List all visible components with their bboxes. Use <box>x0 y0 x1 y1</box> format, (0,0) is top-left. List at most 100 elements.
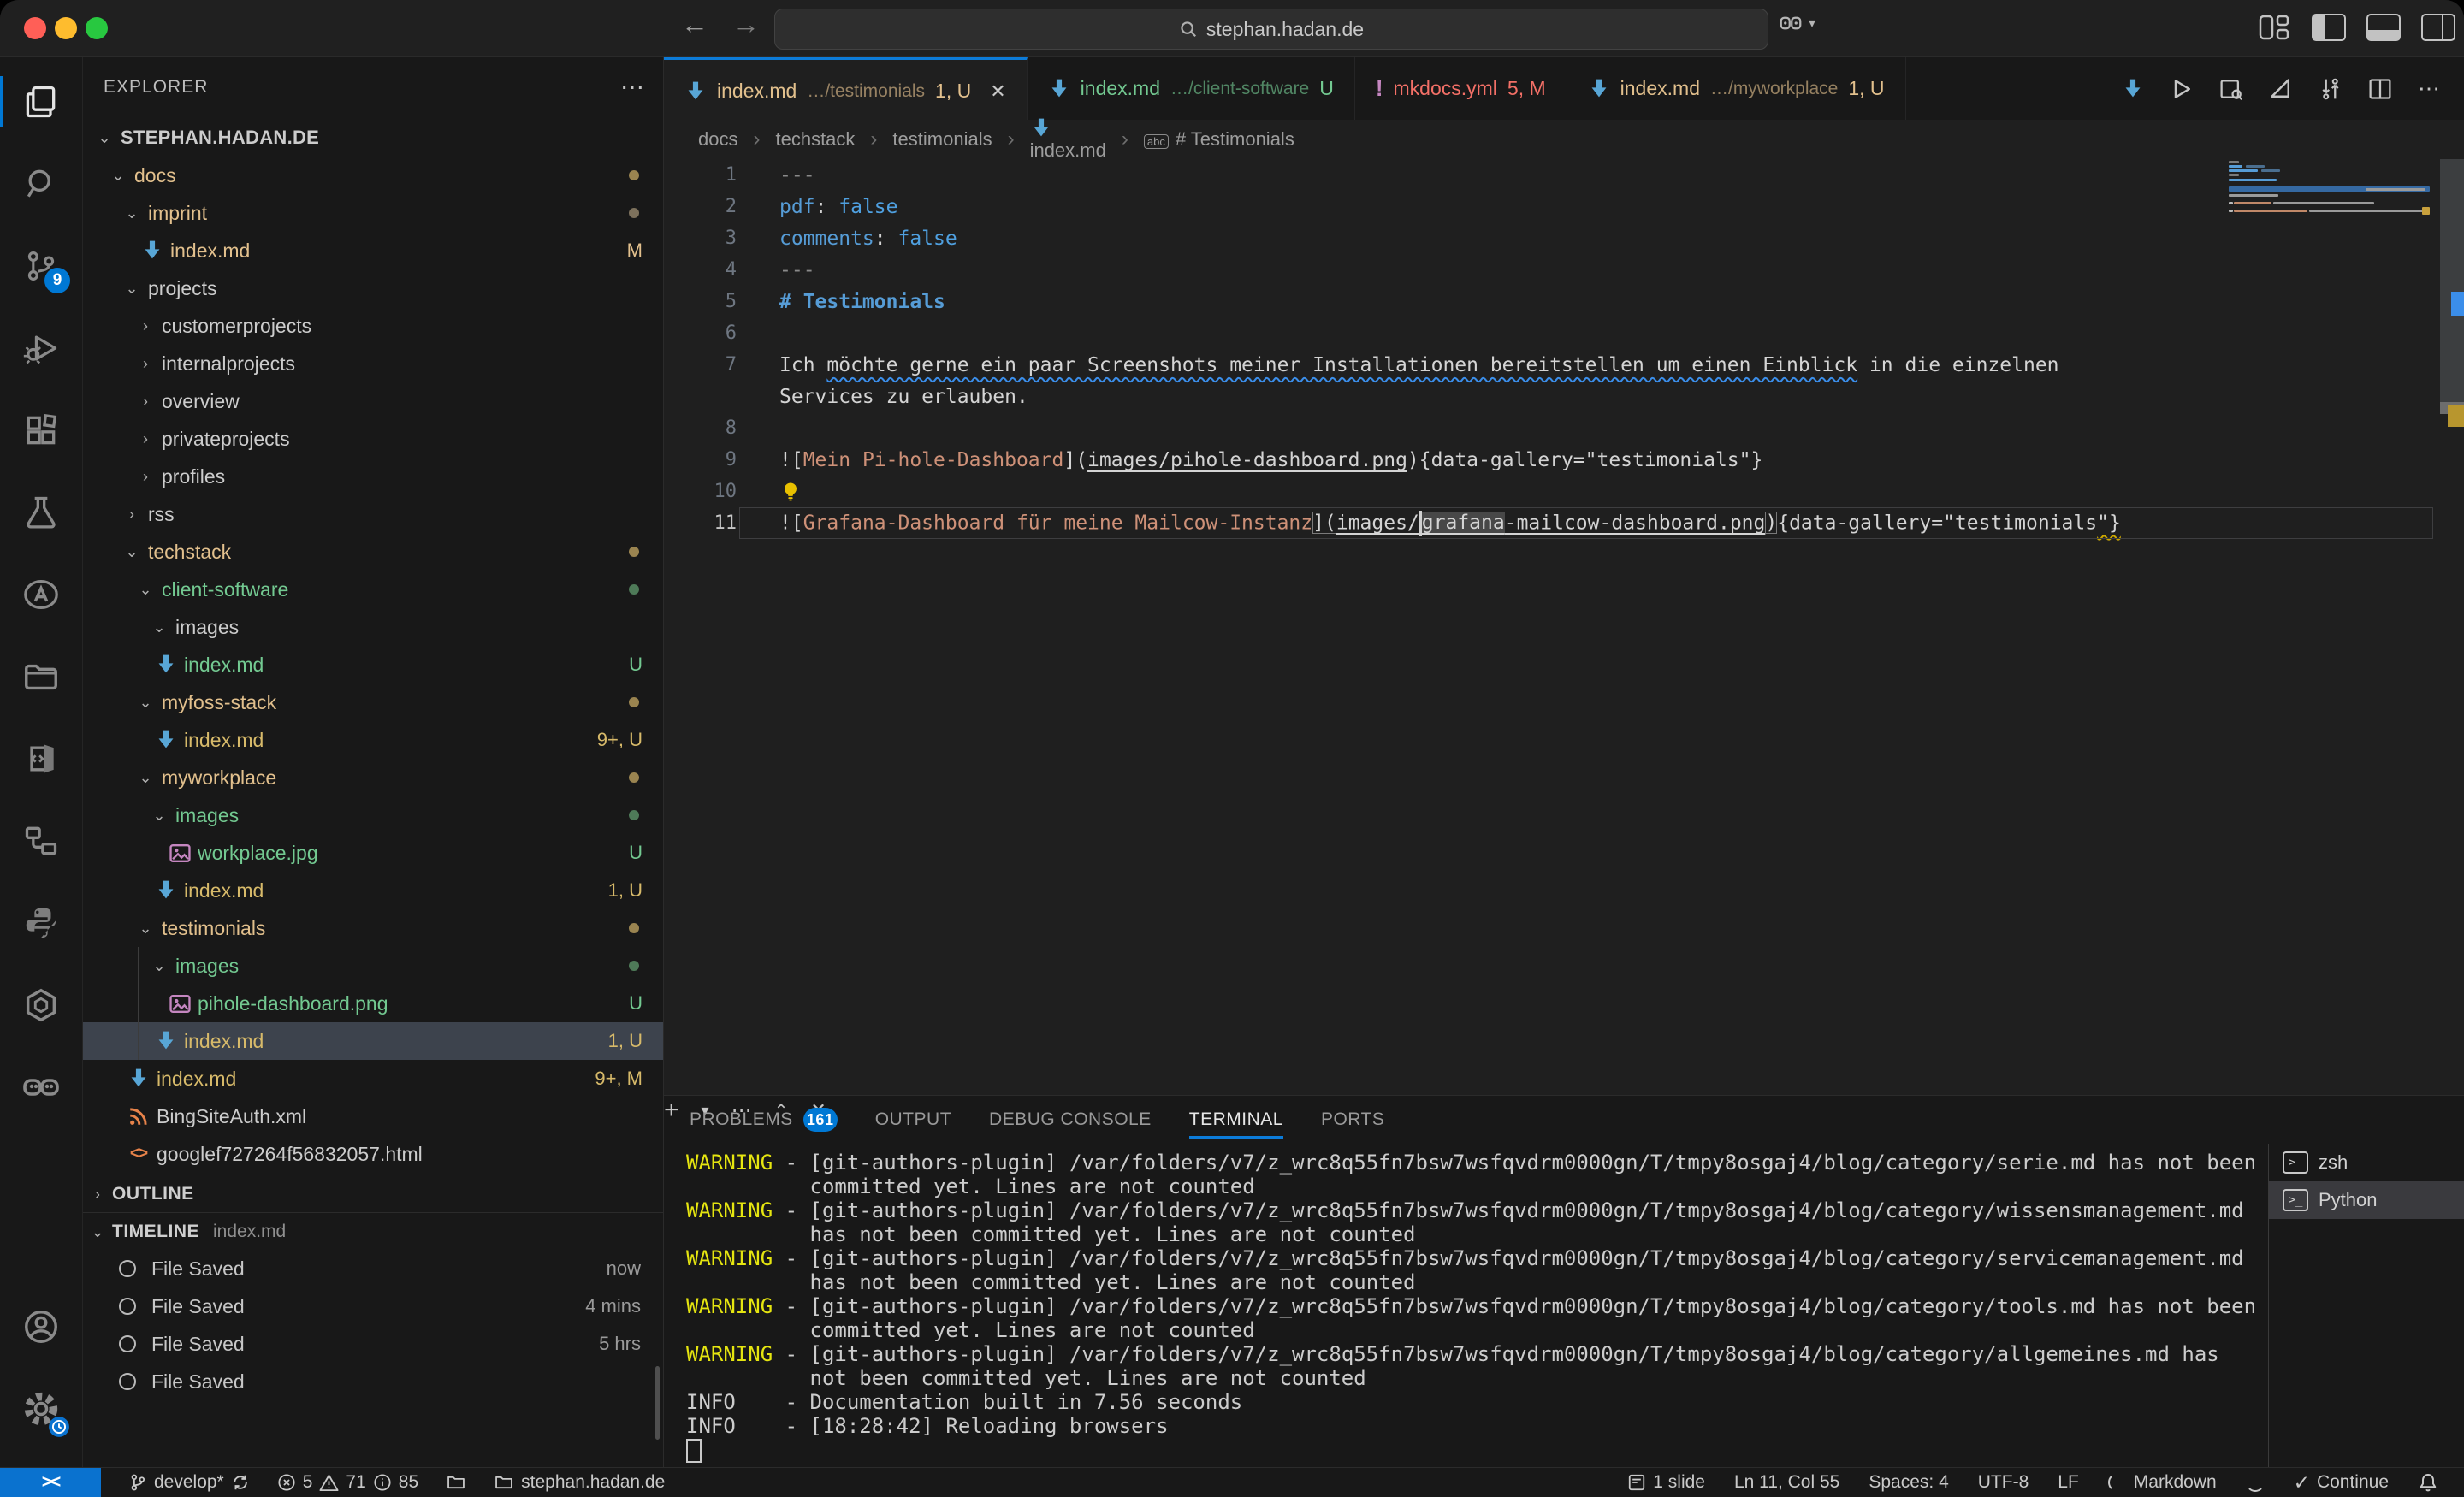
tree-item-index.md[interactable]: index.mdM <box>83 232 663 269</box>
tree-item-index.md[interactable]: index.mdU <box>83 646 663 683</box>
breadcrumb-item-2[interactable]: testimonials <box>892 128 992 151</box>
copilot-extension-icon[interactable] <box>0 1050 82 1125</box>
timeline-item[interactable]: File Saved5 hrs <box>83 1325 663 1363</box>
breadcrumb-item-4[interactable]: abc# Testimonials <box>1144 128 1294 151</box>
toggle-primary-sidebar-icon[interactable] <box>2312 14 2346 41</box>
minimize-window-button[interactable] <box>55 17 77 39</box>
copilot-menu[interactable]: ▾ <box>1778 10 1815 36</box>
tab-close-icon[interactable]: ✕ <box>990 80 1005 103</box>
source-control-icon[interactable]: 9 <box>0 228 82 304</box>
tree-item-projects[interactable]: ⌄projects <box>83 269 663 307</box>
language-mode-item[interactable]: Markdown <box>2108 1472 2217 1493</box>
tree-item-internalprojects[interactable]: ›internalprojects <box>83 345 663 382</box>
tree-item-index.md[interactable]: index.md9+, M <box>83 1060 663 1098</box>
timeline-item[interactable]: File Saved <box>83 1363 663 1400</box>
problems-item[interactable]: 5 71 85 <box>277 1472 418 1493</box>
git-branch-item[interactable]: develop* <box>128 1472 250 1493</box>
tree-item-index.md[interactable]: index.md1, U <box>83 1022 663 1060</box>
overview-ruler[interactable] <box>2440 159 2464 1095</box>
run-icon[interactable] <box>2170 77 2194 101</box>
code-line[interactable]: 2pdf: false <box>664 191 2464 222</box>
tree-item-googlef727264f56832057.html[interactable]: <>googlef727264f56832057.html <box>83 1135 663 1173</box>
code-line[interactable]: 9![Mein Pi-hole-Dashboard](images/pihole… <box>664 444 2464 476</box>
tree-item-overview[interactable]: ›overview <box>83 382 663 420</box>
tree-item-customerprojects[interactable]: ›customerprojects <box>83 307 663 345</box>
settings-gear-icon[interactable] <box>0 1371 82 1447</box>
panel-tab-problems[interactable]: PROBLEMS161 <box>690 1096 838 1144</box>
terminal-instance-Python[interactable]: >_Python <box>2269 1181 2464 1219</box>
slides-item[interactable]: 1 slide <box>1627 1472 1705 1493</box>
lightbulb-icon[interactable] <box>779 481 802 503</box>
timeline-item[interactable]: File Saved4 mins <box>83 1287 663 1325</box>
panel-tab-debug-console[interactable]: DEBUG CONSOLE <box>989 1096 1152 1144</box>
task-spinner-item[interactable] <box>2246 1473 2265 1492</box>
code-editor[interactable]: 1---2pdf: false3comments: false4---5# Te… <box>664 159 2464 1095</box>
code-line[interactable]: 5# Testimonials <box>664 286 2464 317</box>
tree-item-images[interactable]: ⌄images <box>83 796 663 834</box>
code-line[interactable]: 4--- <box>664 254 2464 286</box>
compare-icon[interactable] <box>2319 77 2343 101</box>
mpe-preview-icon[interactable] <box>2269 77 2293 101</box>
close-window-button[interactable] <box>24 17 46 39</box>
breadcrumb-item-3[interactable]: index.md <box>1030 117 1106 162</box>
tree-item-images[interactable]: ⌄images <box>83 947 663 985</box>
folder-shortcut-item[interactable] <box>446 1473 466 1492</box>
code-line[interactable]: 10 <box>664 476 2464 507</box>
code-line[interactable]: 8 <box>664 412 2464 444</box>
live-server-icon[interactable] <box>0 721 82 796</box>
cursor-position-item[interactable]: Ln 11, Col 55 <box>1734 1472 1839 1493</box>
customize-layout-icon[interactable] <box>2259 15 2291 40</box>
minimap[interactable] <box>2229 159 2430 270</box>
workspace-folder-item[interactable]: stephan.hadan.de <box>494 1472 665 1493</box>
markdown-preview-icon[interactable] <box>2122 78 2144 100</box>
code-line[interactable]: 1--- <box>664 159 2464 191</box>
panel-tab-terminal[interactable]: TERMINAL <box>1189 1096 1283 1144</box>
toggle-secondary-sidebar-icon[interactable] <box>2421 14 2455 41</box>
tree-item-testimonials[interactable]: ⌄testimonials <box>83 909 663 947</box>
code-line[interactable]: 7Ich möchte gerne ein paar Screenshots m… <box>664 349 2464 381</box>
panel-tab-ports[interactable]: PORTS <box>1321 1096 1384 1144</box>
hierarchy-extension-icon[interactable] <box>0 803 82 879</box>
navigate-forward-icon[interactable]: → <box>727 9 765 40</box>
navigate-back-icon[interactable]: ← <box>676 9 714 40</box>
hexagon-extension-icon[interactable] <box>0 967 82 1043</box>
panel-tab-output[interactable]: OUTPUT <box>875 1096 951 1144</box>
testing-icon[interactable] <box>0 475 82 550</box>
tree-item-index.md[interactable]: index.md9+, U <box>83 721 663 759</box>
terminal-output[interactable]: WARNING - [git-authors-plugin] /var/fold… <box>664 1144 2267 1469</box>
timeline-item[interactable]: File Savednow <box>83 1250 663 1287</box>
breadcrumb-item-1[interactable]: techstack <box>775 128 855 151</box>
tree-item-imprint[interactable]: ⌄imprint <box>83 194 663 232</box>
tree-item-myfoss-stack[interactable]: ⌄myfoss-stack <box>83 683 663 721</box>
code-line[interactable]: 11![Grafana-Dashboard für meine Mailcow-… <box>664 507 2464 539</box>
split-editor-icon[interactable] <box>2368 77 2392 101</box>
extensions-icon[interactable] <box>0 393 82 468</box>
run-debug-icon[interactable] <box>0 311 82 386</box>
tree-item-rss[interactable]: ›rss <box>83 495 663 533</box>
python-icon[interactable] <box>0 885 82 961</box>
eol-item[interactable]: LF <box>2058 1472 2079 1493</box>
tree-item-docs[interactable]: ⌄docs <box>83 157 663 194</box>
tree-item-images[interactable]: ⌄images <box>83 608 663 646</box>
circled-a-extension-icon[interactable] <box>0 557 82 632</box>
tree-item-myworkplace[interactable]: ⌄myworkplace <box>83 759 663 796</box>
tree-item-client-software[interactable]: ⌄client-software <box>83 571 663 608</box>
tree-item-profiles[interactable]: ›profiles <box>83 458 663 495</box>
zoom-window-button[interactable] <box>86 17 108 39</box>
encoding-item[interactable]: UTF-8 <box>1978 1472 2029 1493</box>
accounts-icon[interactable] <box>0 1289 82 1364</box>
explorer-more-actions-icon[interactable]: ⋯ <box>620 73 646 101</box>
timeline-section-header[interactable]: ⌄TIMELINE index.md <box>83 1212 663 1251</box>
tree-item-index.md[interactable]: index.md1, U <box>83 872 663 909</box>
sidebar-scrollbar[interactable] <box>655 1366 660 1440</box>
command-center-search[interactable]: stephan.hadan.de <box>774 9 1768 50</box>
tree-item-workplace.jpg[interactable]: workplace.jpgU <box>83 834 663 872</box>
outline-section-header[interactable]: ›OUTLINE <box>83 1175 663 1213</box>
toggle-panel-icon[interactable] <box>2366 14 2401 41</box>
editor-tab-mkdocs.yml[interactable]: !mkdocs.yml5, M <box>1355 57 1567 120</box>
editor-tab-index.md[interactable]: index.md…/myworkplace1, U <box>1567 57 1906 120</box>
search-icon[interactable] <box>0 146 82 222</box>
tree-item-privateprojects[interactable]: ›privateprojects <box>83 420 663 458</box>
folder-extension-icon[interactable] <box>0 639 82 714</box>
code-line[interactable]: 6 <box>664 317 2464 349</box>
